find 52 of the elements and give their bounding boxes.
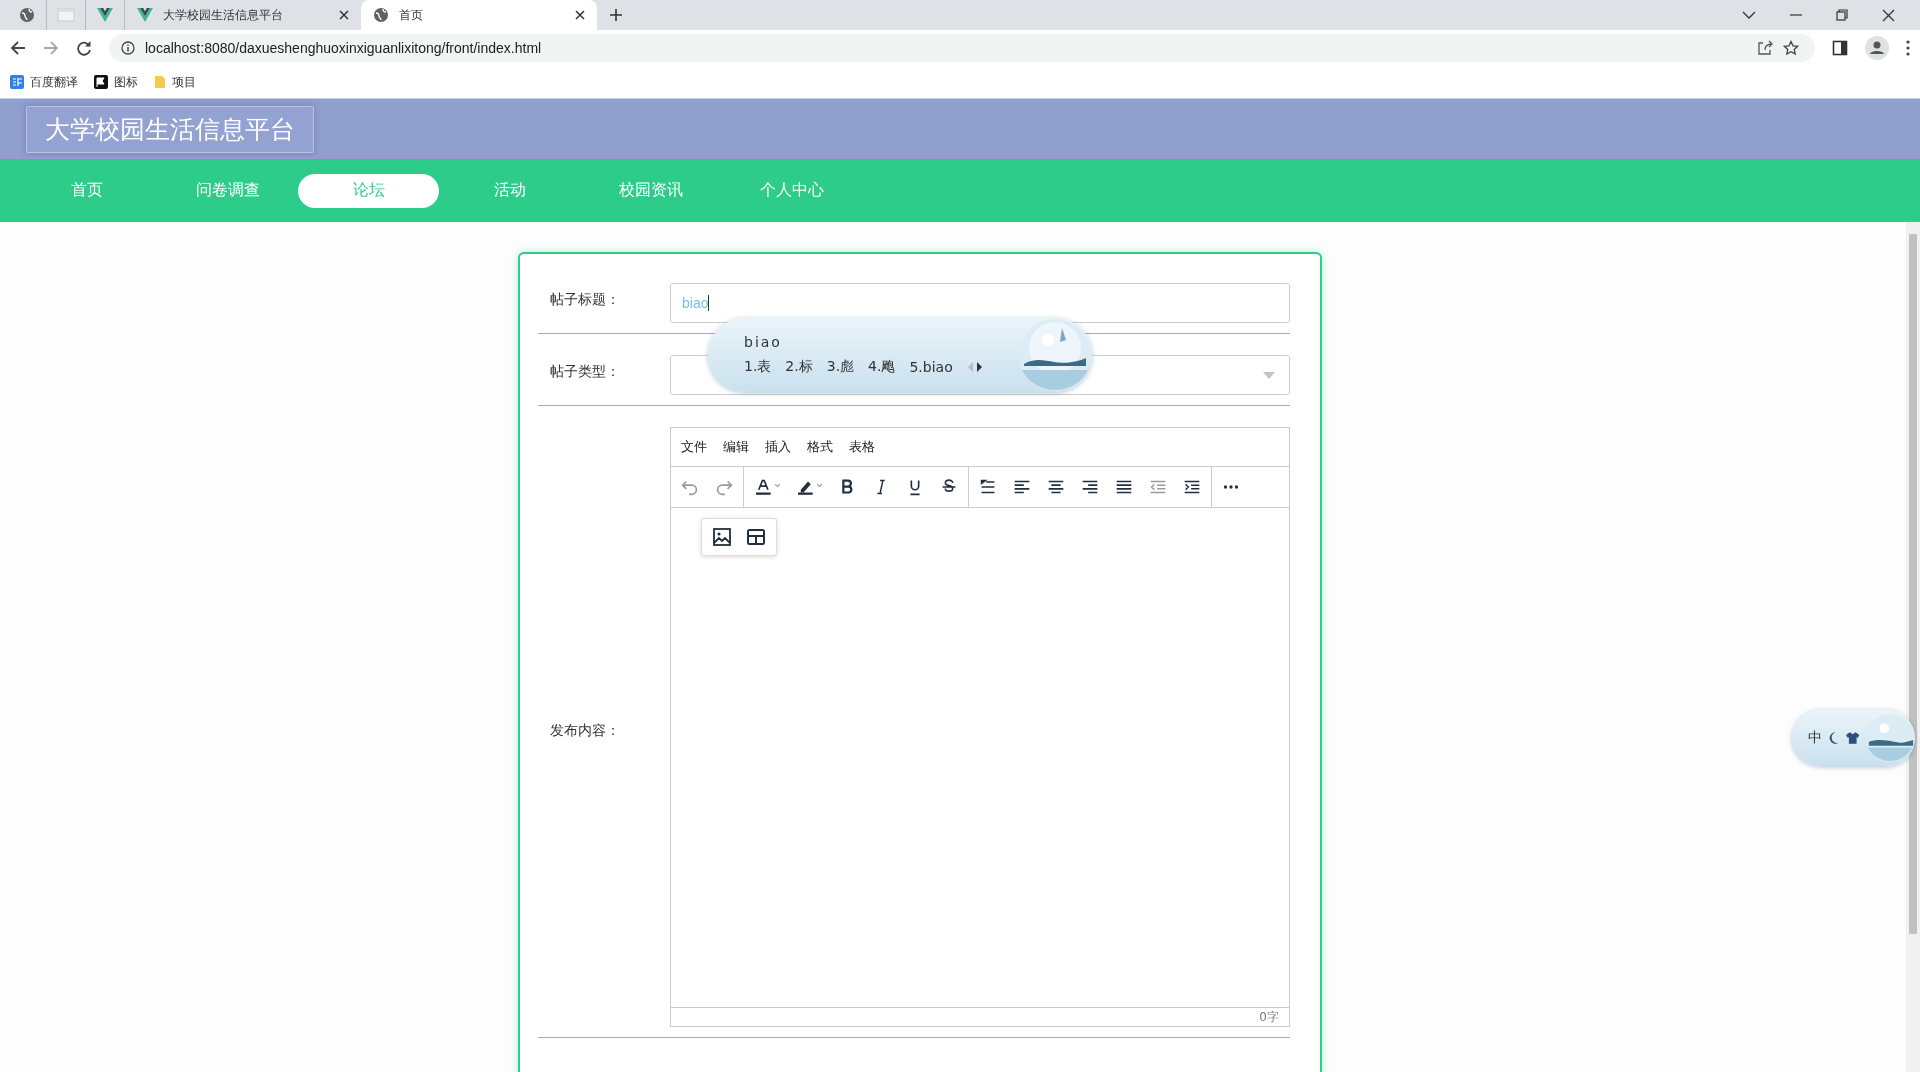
- input-mode-text[interactable]: 中: [1808, 729, 1822, 747]
- ime-candidate[interactable]: 4.飑: [868, 358, 896, 376]
- restore-icon[interactable]: [1836, 9, 1848, 21]
- close-tab-icon[interactable]: [339, 10, 349, 20]
- v-logo-icon: [137, 8, 153, 22]
- ime-candidate[interactable]: 2.标: [785, 358, 813, 376]
- translate-icon: [10, 75, 24, 89]
- site-title: 大学校园生活信息平台: [26, 105, 314, 153]
- url-text: localhost:8080/daxueshenghuoxinxiguanlixitong/front/index.html: [145, 40, 542, 56]
- close-tab-icon[interactable]: [575, 10, 585, 20]
- share-icon[interactable]: [1757, 40, 1773, 56]
- browser-tab[interactable]: 首页: [361, 0, 597, 30]
- bookmark[interactable]: 图标: [94, 73, 138, 91]
- v-logo-icon: [97, 8, 113, 22]
- info-icon[interactable]: [121, 41, 135, 55]
- side-panel-icon[interactable]: [1832, 40, 1848, 56]
- browser-tab[interactable]: 大学校园生活信息平台: [125, 0, 361, 30]
- field-label: 帖子标题：: [549, 290, 621, 309]
- rich-text-editor[interactable]: 文件 编辑 插入 格式 表格 0字: [670, 427, 1290, 1027]
- globe-icon: [19, 7, 35, 23]
- back-icon[interactable]: [10, 40, 26, 56]
- moon-icon[interactable]: [1828, 731, 1840, 745]
- ime-candidate[interactable]: 5.biao: [909, 359, 953, 375]
- folder-icon: [154, 75, 166, 89]
- profile-icon[interactable]: [1865, 36, 1889, 60]
- editor-menu[interactable]: 编辑: [723, 438, 749, 456]
- blank-page-icon: [57, 8, 75, 22]
- editor-menu[interactable]: 文件: [681, 438, 707, 456]
- field-label: 帖子类型：: [549, 362, 621, 381]
- menu-icon[interactable]: [1906, 40, 1910, 56]
- bookmark[interactable]: 百度翻译: [10, 73, 78, 91]
- close-icon[interactable]: [1882, 8, 1895, 22]
- scrollbar[interactable]: [1906, 222, 1920, 1072]
- star-icon[interactable]: [1783, 40, 1799, 56]
- field-label: 发布内容：: [549, 721, 621, 740]
- ime-candidate[interactable]: 1.表: [744, 358, 772, 376]
- chevron-down-icon[interactable]: [1742, 10, 1756, 20]
- address-bar[interactable]: localhost:8080/daxueshenghuoxinxiguanlixitong/front/index.html: [109, 34, 1815, 62]
- new-tab-icon[interactable]: [609, 8, 623, 22]
- page-arrows-icon[interactable]: [966, 361, 983, 373]
- ime-candidate[interactable]: 3.彪: [826, 358, 855, 376]
- image-icon[interactable]: [710, 525, 734, 549]
- shirt-icon[interactable]: [1845, 732, 1859, 744]
- flag-icon: [94, 75, 108, 89]
- editor-menu[interactable]: 表格: [849, 438, 875, 456]
- globe-icon: [373, 7, 389, 23]
- editor-menu[interactable]: 格式: [807, 438, 833, 456]
- reload-icon[interactable]: [76, 40, 92, 56]
- editor-menu[interactable]: 插入: [765, 438, 791, 456]
- ime-composition: biao: [744, 334, 783, 350]
- word-count: 0字: [1259, 1008, 1279, 1026]
- bookmark[interactable]: 项目: [154, 73, 196, 91]
